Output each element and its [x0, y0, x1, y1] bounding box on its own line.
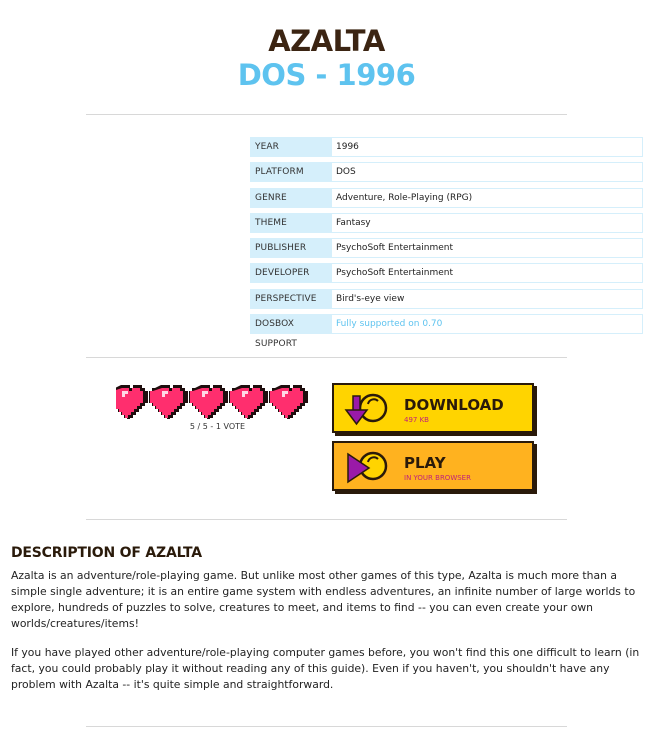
play-triangle-icon — [347, 451, 388, 484]
heart-icon[interactable] — [229, 385, 268, 419]
info-label: YEAR — [250, 137, 332, 157]
info-row-genre: GENRE Adventure, Role-Playing (RPG) — [250, 187, 643, 208]
info-row-publisher: PUBLISHER PsychoSoft Entertainment — [250, 238, 643, 259]
divider — [86, 114, 567, 115]
info-row-platform: PLATFORM DOS — [250, 162, 643, 183]
play-button[interactable]: PLAY IN YOUR BROWSER — [332, 441, 534, 491]
game-subtitle: DOS - 1996 — [237, 58, 416, 92]
info-row-perspective: PERSPECTIVE Bird's-eye view — [250, 288, 643, 309]
info-label: PLATFORM — [250, 162, 332, 183]
info-value: Bird's-eye view — [332, 288, 643, 309]
download-button[interactable]: DOWNLOAD 497 KB — [332, 383, 534, 433]
game-title: AZALTA — [268, 24, 385, 58]
divider — [86, 726, 567, 727]
rating-summary: 5 / 5 - 1 VOTE — [189, 422, 246, 431]
info-row-dosbox-support: DOSBOX SUPPORT Fully supported on 0.70 — [250, 314, 643, 349]
description-heading: DESCRIPTION OF AZALTA — [11, 545, 202, 561]
info-table: YEAR 1996 PLATFORM DOS GENRE Adventure, … — [250, 137, 643, 349]
heart-icon[interactable] — [269, 385, 308, 419]
info-row-developer: DEVELOPER PsychoSoft Entertainment — [250, 263, 643, 284]
divider — [86, 357, 567, 358]
info-value: Adventure, Role-Playing (RPG) — [332, 187, 643, 208]
info-value: PsychoSoft Entertainment — [332, 263, 643, 284]
info-value: Fantasy — [332, 212, 643, 233]
info-value: 1996 — [332, 137, 643, 157]
play-sublabel: IN YOUR BROWSER — [404, 474, 471, 482]
info-label: PERSPECTIVE — [250, 288, 332, 309]
heart-icon[interactable] — [149, 385, 188, 419]
dosbox-support-link[interactable]: Fully supported on 0.70 — [332, 314, 643, 335]
divider — [86, 519, 567, 520]
description-paragraph: If you have played other adventure/role-… — [11, 646, 640, 691]
info-label: DOSBOX SUPPORT — [250, 314, 332, 349]
info-label: DEVELOPER — [250, 263, 332, 284]
info-label: PUBLISHER — [250, 238, 332, 259]
info-value: PsychoSoft Entertainment — [332, 238, 643, 259]
download-size: 497 KB — [404, 416, 429, 424]
play-label: PLAY — [404, 454, 446, 472]
info-label: GENRE — [250, 187, 332, 208]
download-arrow-icon — [344, 393, 388, 426]
info-row-theme: THEME Fantasy — [250, 212, 643, 233]
info-value: DOS — [332, 162, 643, 183]
heart-icon[interactable] — [116, 385, 148, 419]
download-label: DOWNLOAD — [404, 396, 504, 414]
heart-icon[interactable] — [189, 385, 228, 419]
info-row-year: YEAR 1996 — [250, 137, 643, 157]
rating-hearts[interactable] — [116, 385, 316, 419]
description-paragraph: Azalta is an adventure/role-playing game… — [11, 569, 636, 630]
info-label: THEME — [250, 212, 332, 233]
